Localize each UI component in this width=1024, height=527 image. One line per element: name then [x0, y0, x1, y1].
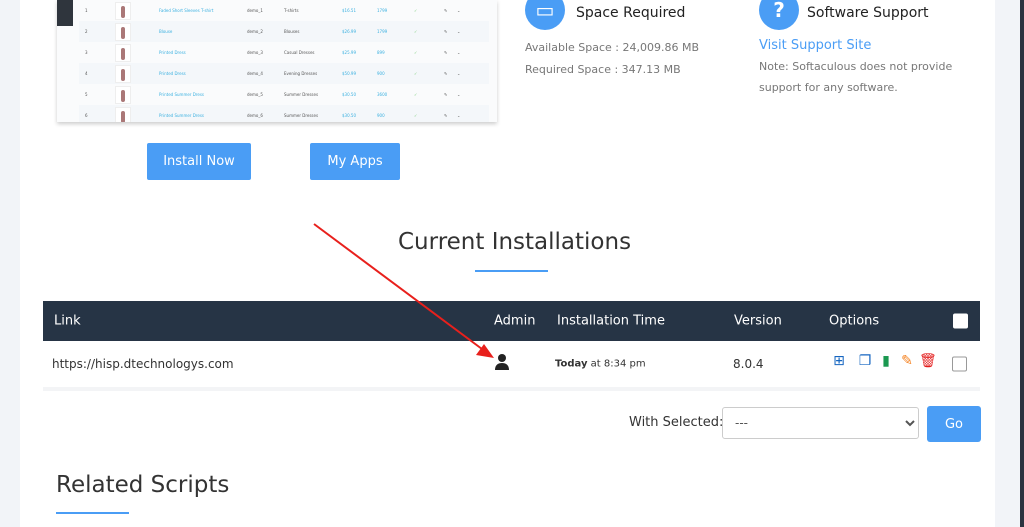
with-selected-label: With Selected: — [629, 415, 724, 430]
related-scripts-title: Related Scripts — [56, 472, 230, 498]
related-underline — [56, 512, 129, 514]
annotation-arrow — [313, 223, 494, 358]
with-selected-dropdown[interactable]: --- — [722, 407, 919, 439]
go-button[interactable]: Go — [927, 406, 981, 442]
